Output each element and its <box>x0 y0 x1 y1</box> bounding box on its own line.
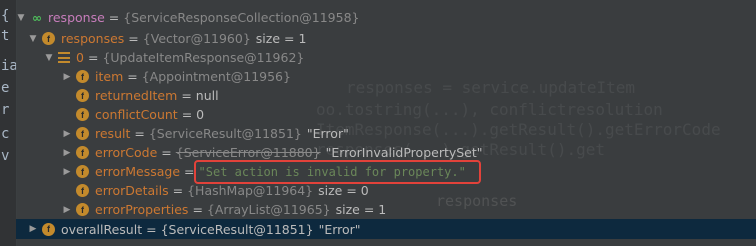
chevron-right-icon[interactable]: ▶ <box>62 72 72 82</box>
var-name: errorCode <box>95 145 158 160</box>
tree-row-error-message[interactable]: ▶ f errorMessage = "Set action is invali… <box>16 162 756 181</box>
tree-row-result[interactable]: ▶ f result = {ServiceResult@11851} "Erro… <box>16 124 756 143</box>
f-field-icon: f <box>76 165 89 178</box>
var-extra: "Error" <box>318 221 361 237</box>
gutter-glyph: e <box>1 80 10 96</box>
tree-row-overall-result[interactable]: ▶ f overallResult = {ServiceResult@11851… <box>16 219 756 239</box>
chevron-down-icon[interactable]: ▼ <box>44 53 54 63</box>
f-field-icon: f <box>76 184 89 197</box>
var-name: errorProperties <box>95 202 189 217</box>
var-name: errorDetails <box>95 183 169 198</box>
tree-row-conflict-count[interactable]: ▶ f conflictCount = 0 <box>16 105 756 124</box>
var-extra: size = 1 <box>335 202 387 217</box>
gutter-glyph: v <box>1 148 10 164</box>
f-field-icon: f <box>76 146 89 159</box>
var-name: returnedItem <box>95 88 178 103</box>
chevron-right-icon[interactable]: ▶ <box>62 167 72 177</box>
f-field-icon: f <box>76 203 89 216</box>
tree-row-item[interactable]: ▶ f item = {Appointment@11956} <box>16 67 756 86</box>
var-name: result <box>95 126 131 141</box>
tree-row-index-0[interactable]: ▼ 0 = {UpdateItemResponse@11962} <box>16 48 756 67</box>
var-name: 0 <box>76 50 84 65</box>
var-name: responses <box>61 31 125 46</box>
var-name: item <box>95 69 124 84</box>
var-extra: "ErrorInvalidPropertySet" <box>325 145 483 160</box>
watch-icon: ∞ <box>32 10 42 25</box>
f-field-icon: f <box>42 32 55 45</box>
debugger-variables-tree: responses = service.updateItem oo.tostri… <box>16 0 756 246</box>
editor-gutter: { t ia e r c v <box>0 0 18 246</box>
var-value: {ArrayList@11965} <box>206 202 331 217</box>
chevron-right-icon[interactable]: ▶ <box>28 224 38 234</box>
chevron-right-icon[interactable]: ▶ <box>62 205 72 215</box>
var-value: {ServiceResult@11851} <box>160 221 314 237</box>
var-value: {Vector@11960} <box>142 31 251 46</box>
tree-row-response[interactable]: ▼ ∞ response = {ServiceResponseCollectio… <box>16 8 756 27</box>
chevron-right-icon[interactable]: ▶ <box>62 148 72 158</box>
var-value: "Set action is invalid for property." <box>198 164 466 179</box>
var-value: 0 <box>196 107 205 122</box>
tree-row-returned-item[interactable]: ▶ f returnedItem = null <box>16 86 756 105</box>
var-name: errorMessage <box>95 164 181 179</box>
gutter-glyph: t <box>1 28 10 44</box>
f-field-icon: f <box>76 127 89 140</box>
list-icon <box>58 52 70 63</box>
var-value: {ServiceResponseCollection@11958} <box>123 10 360 25</box>
var-value: {Appointment@11956} <box>141 69 291 84</box>
chevron-down-icon[interactable]: ▼ <box>28 34 38 44</box>
var-value: {HashMap@11964} <box>187 183 314 198</box>
var-extra: "Error" <box>306 126 349 141</box>
var-name: response <box>48 10 105 25</box>
var-value: {ServiceResult@11851} <box>148 126 302 141</box>
tree-row-error-properties[interactable]: ▶ f errorProperties = {ArrayList@11965} … <box>16 200 756 219</box>
chevron-down-icon[interactable]: ▼ <box>16 13 26 23</box>
var-value: {ServiceError@11880} <box>175 145 321 160</box>
chevron-right-icon[interactable]: ▶ <box>62 129 72 139</box>
tree-row-error-details[interactable]: ▶ f errorDetails = {HashMap@11964} size … <box>16 181 756 200</box>
gutter-glyph: { <box>1 8 10 24</box>
var-extra: size = 1 <box>255 31 307 46</box>
f-field-icon: f <box>76 108 89 121</box>
var-name: overallResult <box>61 221 143 237</box>
tree-row-responses[interactable]: ▼ f responses = {Vector@11960} size = 1 <box>16 29 756 48</box>
f-field-icon: f <box>76 70 89 83</box>
var-name: conflictCount <box>95 107 178 122</box>
var-value: null <box>195 88 219 103</box>
f-field-icon: f <box>42 222 55 236</box>
var-value: {UpdateItemResponse@11962} <box>102 50 305 65</box>
gutter-glyph: c <box>1 126 10 142</box>
f-field-icon: f <box>76 89 89 102</box>
var-extra: size = 0 <box>318 183 369 198</box>
gutter-glyph: r <box>1 102 10 118</box>
tree-row-error-code[interactable]: ▶ f errorCode = {ServiceError@11880} "Er… <box>16 143 756 162</box>
